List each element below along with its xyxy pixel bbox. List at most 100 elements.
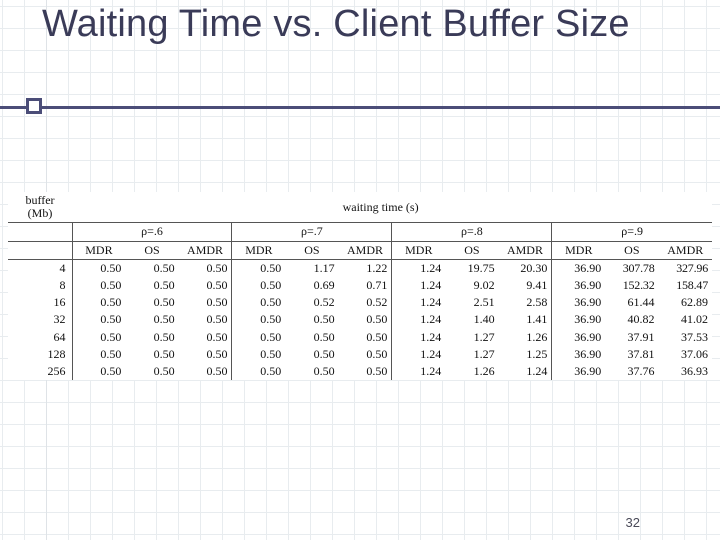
cell: 36.90	[552, 277, 605, 294]
cell-buffer: 256	[8, 363, 72, 380]
cell: 37.53	[659, 329, 713, 346]
cell: 152.32	[605, 277, 658, 294]
cell: 2.51	[445, 294, 498, 311]
h-08-mdr: MDR	[392, 241, 445, 259]
cell: 36.93	[659, 363, 713, 380]
cell: 0.52	[285, 294, 338, 311]
cell: 0.50	[285, 329, 338, 346]
cell: 37.81	[605, 346, 658, 363]
cell: 20.30	[499, 259, 552, 277]
table-row: 16 0.50 0.50 0.50 0.50 0.52 0.52 1.24 2.…	[8, 294, 712, 311]
cell: 1.26	[499, 329, 552, 346]
h-09-amdr: AMDR	[659, 241, 713, 259]
header-rho-06: ρ=.6	[72, 223, 232, 241]
cell: 0.50	[179, 259, 232, 277]
cell: 0.50	[125, 346, 178, 363]
cell: 0.50	[179, 363, 232, 380]
cell: 0.50	[339, 329, 392, 346]
cell: 9.41	[499, 277, 552, 294]
page-number: 32	[626, 515, 640, 530]
cell: 0.50	[339, 311, 392, 328]
cell: 0.50	[72, 294, 125, 311]
header-waiting: waiting time (s)	[339, 192, 499, 223]
cell: 0.50	[179, 277, 232, 294]
table-header-rho: ρ=.6 ρ=.7 ρ=.8 ρ=.9	[8, 223, 712, 241]
h-07-mdr: MDR	[232, 241, 285, 259]
cell: 0.50	[232, 346, 285, 363]
cell: 2.58	[499, 294, 552, 311]
h-08-os: OS	[445, 241, 498, 259]
cell: 0.50	[125, 277, 178, 294]
h-06-mdr: MDR	[72, 241, 125, 259]
cell: 0.50	[232, 363, 285, 380]
title-underline	[0, 106, 720, 109]
cell: 0.50	[232, 329, 285, 346]
cell: 1.24	[392, 277, 445, 294]
cell: 0.50	[179, 294, 232, 311]
cell: 0.50	[72, 363, 125, 380]
cell: 307.78	[605, 259, 658, 277]
h-09-os: OS	[605, 241, 658, 259]
cell: 327.96	[659, 259, 713, 277]
cell: 0.71	[339, 277, 392, 294]
cell: 1.27	[445, 329, 498, 346]
table-row: 32 0.50 0.50 0.50 0.50 0.50 0.50 1.24 1.…	[8, 311, 712, 328]
table-row: 128 0.50 0.50 0.50 0.50 0.50 0.50 1.24 1…	[8, 346, 712, 363]
cell: 0.50	[72, 259, 125, 277]
cell: 0.50	[125, 259, 178, 277]
cell-buffer: 16	[8, 294, 72, 311]
cell-buffer: 4	[8, 259, 72, 277]
cell: 0.50	[179, 329, 232, 346]
cell-buffer: 64	[8, 329, 72, 346]
cell: 158.47	[659, 277, 713, 294]
cell: 0.50	[232, 259, 285, 277]
h-07-amdr: AMDR	[339, 241, 392, 259]
slide-title-wrap: Waiting Time vs. Client Buffer Size	[42, 2, 700, 47]
cell: 0.50	[125, 329, 178, 346]
cell: 1.24	[499, 363, 552, 380]
h-08-amdr: AMDR	[499, 241, 552, 259]
cell-buffer: 8	[8, 277, 72, 294]
cell: 1.24	[392, 311, 445, 328]
cell: 0.50	[72, 346, 125, 363]
cell: 37.76	[605, 363, 658, 380]
cell: 37.06	[659, 346, 713, 363]
cell: 0.50	[339, 363, 392, 380]
cell: 0.50	[179, 346, 232, 363]
cell: 36.90	[552, 346, 605, 363]
cell: 1.24	[392, 363, 445, 380]
title-underline-square	[26, 98, 42, 114]
cell: 1.22	[339, 259, 392, 277]
cell: 0.50	[232, 311, 285, 328]
h-06-os: OS	[125, 241, 178, 259]
header-buffer: buffer (Mb)	[8, 192, 72, 223]
cell: 62.89	[659, 294, 713, 311]
table-row: 8 0.50 0.50 0.50 0.50 0.69 0.71 1.24 9.0…	[8, 277, 712, 294]
cell: 19.75	[445, 259, 498, 277]
slide-title: Waiting Time vs. Client Buffer Size	[42, 2, 700, 47]
cell: 0.50	[125, 294, 178, 311]
cell: 36.90	[552, 363, 605, 380]
header-rho-07: ρ=.7	[232, 223, 392, 241]
cell: 0.52	[339, 294, 392, 311]
cell: 0.50	[339, 346, 392, 363]
cell-buffer: 128	[8, 346, 72, 363]
cell: 0.50	[285, 363, 338, 380]
cell: 0.50	[125, 311, 178, 328]
cell: 1.17	[285, 259, 338, 277]
cell: 0.50	[72, 329, 125, 346]
cell: 37.91	[605, 329, 658, 346]
h-06-amdr: AMDR	[179, 241, 232, 259]
cell: 1.40	[445, 311, 498, 328]
table-row: 4 0.50 0.50 0.50 0.50 1.17 1.22 1.24 19.…	[8, 259, 712, 277]
cell: 0.50	[72, 277, 125, 294]
cell: 36.90	[552, 259, 605, 277]
cell: 36.90	[552, 329, 605, 346]
cell: 1.24	[392, 259, 445, 277]
cell: 0.50	[125, 363, 178, 380]
cell: 1.26	[445, 363, 498, 380]
cell: 0.69	[285, 277, 338, 294]
h-09-mdr: MDR	[552, 241, 605, 259]
cell: 41.02	[659, 311, 713, 328]
header-rho-08: ρ=.8	[392, 223, 552, 241]
